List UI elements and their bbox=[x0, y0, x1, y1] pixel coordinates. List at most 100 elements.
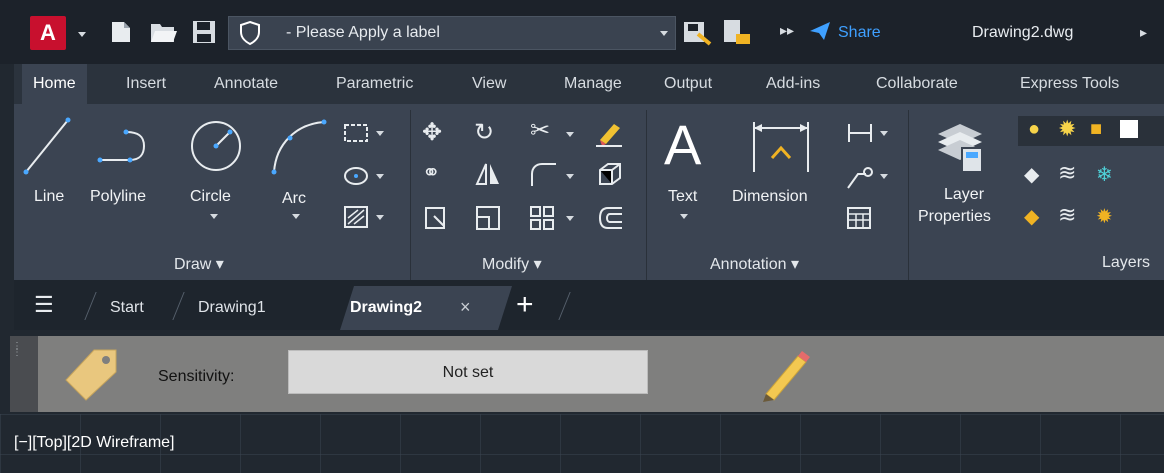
layer-freeze-icon[interactable]: ❄ bbox=[1096, 162, 1113, 187]
linear-dimension-dropdown-icon[interactable] bbox=[880, 131, 888, 136]
arc-dropdown-icon[interactable] bbox=[292, 214, 300, 219]
array-icon[interactable] bbox=[528, 204, 556, 232]
save-icon[interactable] bbox=[192, 20, 216, 44]
app-menu-chevron-icon[interactable] bbox=[78, 32, 86, 37]
ellipse-dropdown-icon[interactable] bbox=[376, 174, 384, 179]
line-icon[interactable] bbox=[22, 116, 72, 176]
trim-dropdown-icon[interactable] bbox=[566, 132, 574, 137]
file-tab-drawing2-label[interactable]: Drawing2 bbox=[350, 299, 422, 317]
edit-pencil-icon[interactable] bbox=[758, 346, 814, 402]
fillet-dropdown-icon[interactable] bbox=[566, 174, 574, 179]
tab-express-tools[interactable]: Express Tools bbox=[1020, 75, 1119, 93]
hatch-dropdown-icon[interactable] bbox=[376, 215, 384, 220]
share-button[interactable]: Share bbox=[838, 24, 881, 42]
copy-icon[interactable]: ⚭ bbox=[422, 160, 440, 186]
rectangle-dropdown-icon[interactable] bbox=[376, 131, 384, 136]
sun-icon[interactable]: ✹ bbox=[1058, 116, 1076, 142]
scale-icon[interactable] bbox=[474, 204, 502, 232]
text-tool-label[interactable]: Text bbox=[668, 188, 697, 206]
file-tab-start[interactable]: Start bbox=[110, 299, 144, 317]
circle-tool-label[interactable]: Circle bbox=[190, 188, 231, 206]
ribbon-tab-bar: Home Insert Annotate Parametric View Man… bbox=[14, 64, 1164, 104]
annotation-panel-title-text: Annotation bbox=[710, 256, 787, 273]
fillet-icon[interactable] bbox=[528, 160, 558, 188]
leader-dropdown-icon[interactable] bbox=[880, 174, 888, 179]
text-dropdown-icon[interactable] bbox=[680, 214, 688, 219]
rectangle-icon[interactable] bbox=[342, 122, 370, 144]
open-folder-icon[interactable] bbox=[150, 20, 178, 44]
polyline-icon[interactable] bbox=[96, 126, 156, 166]
tab-divider bbox=[84, 292, 97, 320]
stretch-icon[interactable] bbox=[422, 204, 450, 232]
annotation-panel-title[interactable]: Annotation ▾ bbox=[710, 254, 799, 274]
share-plane-icon[interactable] bbox=[808, 20, 832, 42]
layer-properties-label-line1[interactable]: Layer bbox=[944, 186, 984, 204]
rotate-icon[interactable]: ↻ bbox=[474, 118, 494, 147]
layer-walk-icon[interactable]: ≋ bbox=[1058, 202, 1076, 228]
hatch-icon[interactable] bbox=[342, 204, 370, 230]
layer-properties-icon[interactable] bbox=[934, 114, 988, 176]
tab-parametric[interactable]: Parametric bbox=[336, 75, 413, 93]
sensitivity-value-field[interactable]: Not set bbox=[288, 350, 648, 394]
layer-color-swatch-icon[interactable] bbox=[1120, 120, 1138, 138]
toolbar-grip-handle[interactable]: ⋮ ⋮ bbox=[10, 336, 38, 412]
drawing-viewport[interactable]: [−][Top][2D Wireframe] bbox=[0, 414, 1164, 473]
layer-off-icon[interactable]: ◆ bbox=[1024, 204, 1039, 229]
sensitivity-value: Not set bbox=[442, 364, 494, 381]
close-tab-icon[interactable]: × bbox=[460, 297, 471, 318]
polyline-tool-label[interactable]: Polyline bbox=[90, 188, 146, 206]
label-dropdown-chevron-icon[interactable] bbox=[660, 31, 668, 36]
new-tab-icon[interactable]: + bbox=[516, 288, 534, 322]
layer-thaw-icon[interactable]: ✹ bbox=[1096, 204, 1113, 229]
dimension-tool-label[interactable]: Dimension bbox=[732, 188, 808, 206]
line-tool-label[interactable]: Line bbox=[34, 188, 64, 206]
linear-dimension-icon[interactable] bbox=[846, 122, 874, 144]
grip-dots-icon[interactable]: ⋮ ⋮ bbox=[12, 342, 22, 358]
table-icon[interactable] bbox=[846, 206, 872, 230]
tab-annotate[interactable]: Annotate bbox=[214, 75, 278, 93]
viewport-controls-label[interactable]: [−][Top][2D Wireframe] bbox=[14, 434, 175, 452]
unlock-icon[interactable]: ■ bbox=[1090, 118, 1102, 141]
tab-add-ins[interactable]: Add-ins bbox=[766, 75, 820, 93]
tab-divider bbox=[172, 292, 185, 320]
modify-panel-title[interactable]: Modify ▾ bbox=[482, 254, 542, 274]
application-menu-button[interactable]: A bbox=[30, 16, 66, 50]
move-icon[interactable]: ✥ bbox=[422, 118, 442, 147]
file-tabs-bar: ☰ Start Drawing1 Drawing2 × + bbox=[14, 280, 1164, 330]
tab-collaborate[interactable]: Collaborate bbox=[876, 75, 958, 93]
circle-dropdown-icon[interactable] bbox=[210, 214, 218, 219]
offset-icon[interactable] bbox=[596, 204, 626, 232]
layer-isolate-icon[interactable]: ◆ bbox=[1024, 162, 1039, 187]
ellipse-icon[interactable] bbox=[342, 164, 370, 188]
hamburger-menu-icon[interactable]: ☰ bbox=[34, 292, 54, 318]
tab-output[interactable]: Output bbox=[664, 75, 712, 93]
arc-icon[interactable] bbox=[268, 116, 328, 176]
tab-manage[interactable]: Manage bbox=[564, 75, 622, 93]
viewport-grid bbox=[0, 414, 1164, 473]
array-dropdown-icon[interactable] bbox=[566, 216, 574, 221]
panel-separator bbox=[908, 110, 909, 280]
more-tools-icon[interactable]: ▸▸ bbox=[780, 22, 794, 39]
tab-home[interactable]: Home bbox=[22, 64, 87, 104]
dimension-icon[interactable] bbox=[750, 118, 812, 174]
mirror-icon[interactable] bbox=[474, 160, 502, 188]
draw-panel-title[interactable]: Draw ▾ bbox=[174, 254, 224, 274]
arc-tool-label[interactable]: Arc bbox=[282, 190, 306, 208]
file-tab-drawing1[interactable]: Drawing1 bbox=[198, 299, 266, 317]
plot-icon[interactable] bbox=[682, 18, 712, 46]
tab-view[interactable]: View bbox=[472, 75, 506, 93]
explode-icon[interactable] bbox=[596, 160, 624, 188]
layer-match-icon[interactable]: ≋ bbox=[1058, 160, 1076, 186]
erase-icon[interactable] bbox=[594, 118, 624, 148]
expand-arrow-icon[interactable]: ▸ bbox=[1140, 24, 1147, 41]
publish-icon[interactable] bbox=[722, 18, 752, 46]
tab-insert[interactable]: Insert bbox=[126, 75, 166, 93]
trim-icon[interactable]: ✂ bbox=[530, 116, 550, 145]
new-file-icon[interactable] bbox=[110, 20, 132, 44]
circle-icon[interactable] bbox=[186, 116, 246, 176]
layers-panel-title[interactable]: Layers bbox=[1102, 254, 1150, 272]
layer-properties-label-line2[interactable]: Properties bbox=[918, 208, 991, 226]
text-large-icon[interactable]: A bbox=[664, 112, 701, 177]
lightbulb-icon[interactable]: ● bbox=[1028, 118, 1040, 141]
leader-icon[interactable] bbox=[844, 164, 874, 190]
